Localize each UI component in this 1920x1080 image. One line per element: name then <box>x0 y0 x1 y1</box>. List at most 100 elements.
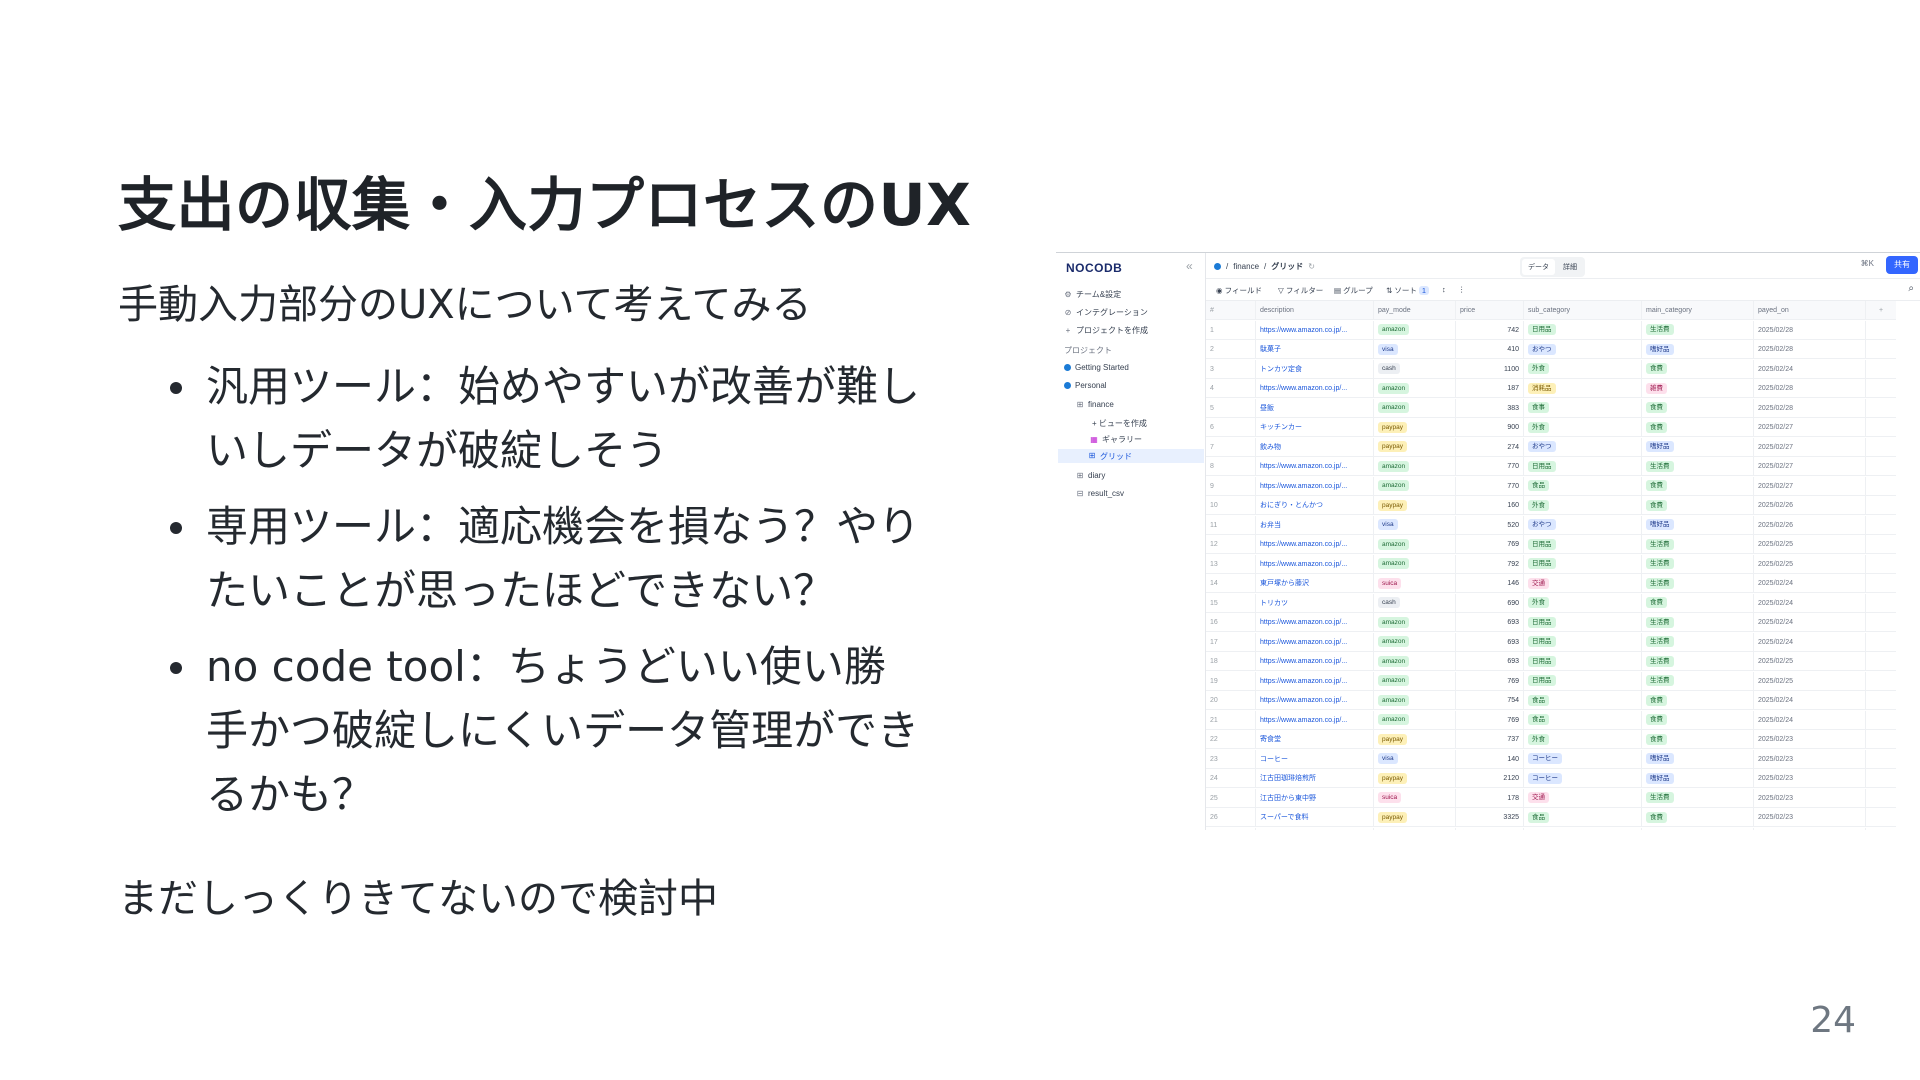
cell-sub-category[interactable]: 食品 <box>1524 476 1642 496</box>
table-row[interactable]: 17 https://www.amazon.co.jp/... amazon 693 日… <box>1206 632 1896 652</box>
table-row[interactable]: 9 https://www.amazon.co.jp/... amazon 770 食品… <box>1206 476 1896 496</box>
cell-price[interactable]: 383 <box>1456 398 1524 418</box>
column-header-price[interactable]: price <box>1456 301 1524 320</box>
cell-main-category[interactable]: 食費 <box>1642 496 1754 515</box>
cell-sub-category[interactable]: 日用品 <box>1524 320 1642 340</box>
cell-sub-category[interactable]: おやつ <box>1524 437 1642 457</box>
cell-main-category[interactable]: 食費 <box>1642 359 1754 379</box>
table-row[interactable]: 18 https://www.amazon.co.jp/... amazon 693 日… <box>1206 652 1896 671</box>
cell-payed-on[interactable]: 2025/02/28 <box>1754 398 1866 418</box>
cell-payed-on[interactable]: 2025/02/23 <box>1754 788 1866 808</box>
table-row[interactable]: 13 https://www.amazon.co.jp/... amazon 792 日… <box>1206 554 1896 574</box>
cell-main-category[interactable]: 雑費 <box>1642 379 1754 398</box>
cell-pay-mode[interactable]: paypay <box>1374 730 1456 749</box>
table-row[interactable]: 15 トリカツ cash 690 外食 食費 2025/02/24 <box>1206 593 1896 613</box>
cell-price[interactable]: 693 <box>1456 632 1524 652</box>
sidebar-table-result-csv[interactable]: ⊟ result_csv <box>1076 489 1124 498</box>
cell-sub-category[interactable]: 日用品 <box>1524 671 1642 691</box>
tab-details[interactable]: 詳細 <box>1557 259 1583 275</box>
cell-sub-category[interactable]: コーヒー <box>1524 749 1642 769</box>
cell-payed-on[interactable]: 2025/02/25 <box>1754 554 1866 574</box>
fields-button[interactable]: ◉ フィールド <box>1216 285 1262 296</box>
table-row[interactable]: 2 駄菓子 visa 410 おやつ 嗜好品 2025/02/28 <box>1206 340 1896 359</box>
cell-payed-on[interactable]: 2025/02/24 <box>1754 632 1866 652</box>
cell-pay-mode[interactable]: amazon <box>1374 320 1456 340</box>
cell-sub-category[interactable]: 外食 <box>1524 418 1642 437</box>
cell-pay-mode[interactable]: visa <box>1374 749 1456 769</box>
cell-description[interactable]: 東中野から練馬 <box>1256 827 1374 830</box>
cell-payed-on[interactable]: 2025/02/23 <box>1754 730 1866 749</box>
cell-main-category[interactable]: 生活費 <box>1642 652 1754 671</box>
cell-description[interactable]: https://www.amazon.co.jp/... <box>1256 554 1374 574</box>
cell-description[interactable]: 江古田珈琲焙煎所 <box>1256 769 1374 788</box>
table-row[interactable]: 14 東戸塚から藤沢 suica 146 交通 生活費 2025/02/24 <box>1206 574 1896 593</box>
cell-payed-on[interactable]: 2025/02/28 <box>1754 320 1866 340</box>
cell-description[interactable]: https://www.amazon.co.jp/... <box>1256 710 1374 730</box>
cell-main-category[interactable]: 食費 <box>1642 808 1754 827</box>
sidebar-project-getting-started[interactable]: Getting Started <box>1064 363 1129 372</box>
cell-sub-category[interactable]: 日用品 <box>1524 632 1642 652</box>
cell-price[interactable]: 520 <box>1456 515 1524 535</box>
cell-price[interactable]: 693 <box>1456 652 1524 671</box>
cell-price[interactable]: 693 <box>1456 613 1524 632</box>
table-row[interactable]: 22 寄食堂 paypay 737 外食 食費 2025/02/23 <box>1206 730 1896 749</box>
sidebar-item-team-settings[interactable]: ⚙ チーム&設定 <box>1064 289 1121 300</box>
cell-description[interactable]: 東戸塚から藤沢 <box>1256 574 1374 593</box>
cell-main-category[interactable]: 食費 <box>1642 691 1754 710</box>
table-row[interactable]: 1 https://www.amazon.co.jp/... amazon 742 日用… <box>1206 320 1896 340</box>
cell-price[interactable]: 737 <box>1456 730 1524 749</box>
row-height-icon[interactable]: ↕ <box>1442 285 1446 294</box>
cell-description[interactable]: https://www.amazon.co.jp/... <box>1256 320 1374 340</box>
cell-description[interactable]: https://www.amazon.co.jp/... <box>1256 613 1374 632</box>
cell-pay-mode[interactable]: amazon <box>1374 632 1456 652</box>
cell-payed-on[interactable]: 2025/02/24 <box>1754 710 1866 730</box>
cell-sub-category[interactable]: 外食 <box>1524 496 1642 515</box>
cell-pay-mode[interactable]: paypay <box>1374 769 1456 788</box>
cell-description[interactable]: https://www.amazon.co.jp/... <box>1256 632 1374 652</box>
cell-price[interactable]: 2120 <box>1456 769 1524 788</box>
cell-description[interactable]: https://www.amazon.co.jp/... <box>1256 671 1374 691</box>
table-row[interactable]: 16 https://www.amazon.co.jp/... amazon 693 日… <box>1206 613 1896 632</box>
cell-description[interactable]: スーパーで食料 <box>1256 808 1374 827</box>
table-row[interactable]: 5 昼飯 amazon 383 食事 食費 2025/02/28 <box>1206 398 1896 418</box>
cell-pay-mode[interactable]: paypay <box>1374 808 1456 827</box>
column-header-index[interactable]: # <box>1206 301 1256 320</box>
cell-description[interactable]: https://www.amazon.co.jp/... <box>1256 457 1374 476</box>
cell-main-category[interactable]: 食費 <box>1642 710 1754 730</box>
table-row[interactable]: 4 https://www.amazon.co.jp/... amazon 187 消耗… <box>1206 379 1896 398</box>
cell-main-category[interactable]: 生活費 <box>1642 457 1754 476</box>
cell-price[interactable]: 160 <box>1456 496 1524 515</box>
cell-payed-on[interactable]: 2025/02/24 <box>1754 613 1866 632</box>
cell-sub-category[interactable]: 外食 <box>1524 359 1642 379</box>
cell-description[interactable]: 寄食堂 <box>1256 730 1374 749</box>
cell-payed-on[interactable]: 2025/02/23 <box>1754 749 1866 769</box>
table-row[interactable]: 7 飲み物 paypay 274 おやつ 嗜好品 2025/02/27 <box>1206 437 1896 457</box>
cell-description[interactable]: トンカツ定食 <box>1256 359 1374 379</box>
cell-sub-category[interactable]: コーヒー <box>1524 769 1642 788</box>
table-row[interactable]: 12 https://www.amazon.co.jp/... amazon 769 日… <box>1206 535 1896 554</box>
cell-main-category[interactable]: 食費 <box>1642 418 1754 437</box>
cell-main-category[interactable]: 嗜好品 <box>1642 340 1754 359</box>
cell-price[interactable]: 742 <box>1456 320 1524 340</box>
cell-sub-category[interactable]: 日用品 <box>1524 652 1642 671</box>
cell-main-category[interactable]: 嗜好品 <box>1642 769 1754 788</box>
cell-pay-mode[interactable]: cash <box>1374 593 1456 613</box>
cell-description[interactable]: キッチンカー <box>1256 418 1374 437</box>
cell-pay-mode[interactable]: paypay <box>1374 418 1456 437</box>
cell-payed-on[interactable]: 2025/02/24 <box>1754 593 1866 613</box>
table-row[interactable]: 3 トンカツ定食 cash 1100 外食 食費 2025/02/24 <box>1206 359 1896 379</box>
share-button[interactable]: 共有 <box>1886 256 1918 274</box>
more-options-button[interactable]: ⋮ <box>1458 285 1466 294</box>
collapse-sidebar-icon[interactable]: « <box>1186 259 1193 273</box>
cell-description[interactable]: 飲み物 <box>1256 437 1374 457</box>
cell-main-category[interactable]: 生活費 <box>1642 554 1754 574</box>
cell-payed-on[interactable]: 2025/02/26 <box>1754 496 1866 515</box>
cell-payed-on[interactable]: 2025/02/25 <box>1754 535 1866 554</box>
cell-pay-mode[interactable]: amazon <box>1374 476 1456 496</box>
cell-pay-mode[interactable]: amazon <box>1374 671 1456 691</box>
cell-description[interactable]: 駄菓子 <box>1256 340 1374 359</box>
group-button[interactable]: ▤ グループ <box>1334 285 1373 296</box>
cell-payed-on[interactable]: 2025/02/27 <box>1754 457 1866 476</box>
column-header-pay-mode[interactable]: pay_mode <box>1374 301 1456 320</box>
table-row[interactable]: 19 https://www.amazon.co.jp/... amazon 769 日… <box>1206 671 1896 691</box>
